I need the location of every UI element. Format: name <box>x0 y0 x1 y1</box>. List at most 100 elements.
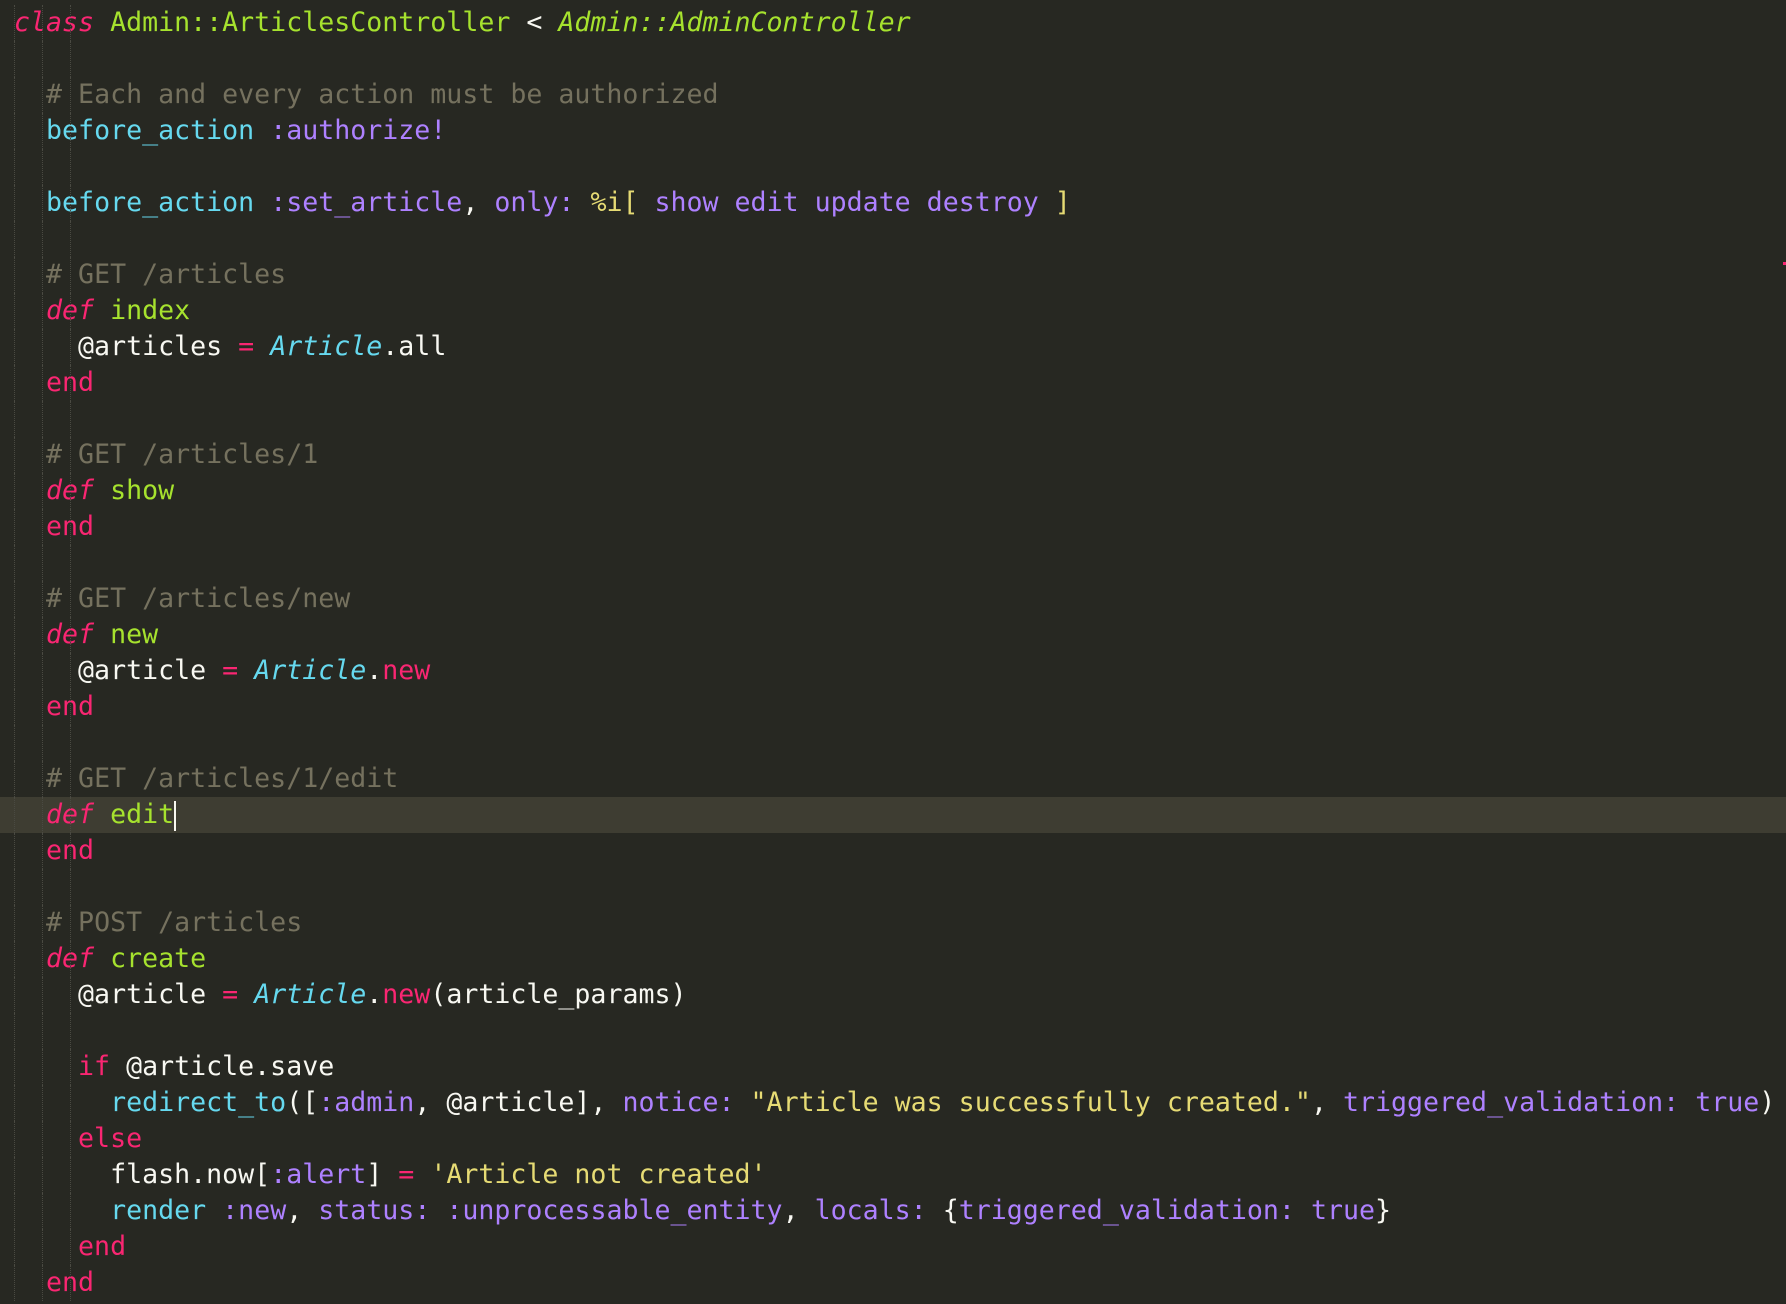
indent-guide <box>41 941 43 977</box>
code-area[interactable]: class Admin::ArticlesController < Admin:… <box>0 5 1786 1301</box>
code-line[interactable]: # GET /articles <box>0 257 1786 293</box>
indent-guide <box>14 941 15 977</box>
code-line[interactable] <box>0 41 1786 77</box>
code-line[interactable]: end <box>0 833 1786 869</box>
indent-guide <box>69 797 71 833</box>
code-line[interactable]: end <box>0 365 1786 401</box>
indent-guide <box>41 41 43 77</box>
indent-guide <box>41 1157 43 1193</box>
code-token: , <box>1310 1087 1343 1118</box>
code-line[interactable]: flash.now[:alert] = 'Article not created… <box>0 1157 1786 1193</box>
indent-guide <box>41 869 43 905</box>
indent-guide <box>41 1013 43 1049</box>
indent-guide <box>41 1229 43 1265</box>
code-token: = <box>222 979 239 1010</box>
indent-guide <box>69 1157 71 1193</box>
code-line[interactable]: before_action :authorize! <box>0 113 1786 149</box>
code-token: show edit update destroy <box>638 187 1055 218</box>
code-line[interactable]: before_action :set_article, only: %i[ sh… <box>0 185 1786 221</box>
code-line[interactable]: @article = Article.new <box>0 653 1786 689</box>
indent-guide <box>41 905 43 941</box>
code-line[interactable]: class Admin::ArticlesController < Admin:… <box>0 5 1786 41</box>
code-line[interactable]: if @article.save <box>0 1049 1786 1085</box>
indent-guide <box>69 545 71 581</box>
code-line[interactable]: end <box>0 689 1786 725</box>
code-line[interactable] <box>0 221 1786 257</box>
indent-guide <box>69 725 71 761</box>
code-token: :alert <box>270 1159 367 1190</box>
indent-guide <box>41 113 43 149</box>
code-token: { <box>926 1195 959 1226</box>
indent-guide <box>41 581 43 617</box>
indent-guide <box>69 761 71 797</box>
code-token: index <box>110 295 191 326</box>
indent-guide <box>41 401 43 437</box>
code-line[interactable]: # POST /articles <box>0 905 1786 941</box>
code-line[interactable]: end <box>0 1229 1786 1265</box>
code-line[interactable] <box>0 869 1786 905</box>
indent-guide <box>14 365 15 401</box>
indent-guide <box>69 1085 71 1121</box>
code-line[interactable]: # Each and every action must be authoriz… <box>0 77 1786 113</box>
code-line[interactable]: # GET /articles/new <box>0 581 1786 617</box>
code-token: = <box>222 655 239 686</box>
indent-guide <box>14 1085 15 1121</box>
indent-guide <box>14 401 15 437</box>
code-token: @article <box>78 655 207 686</box>
indent-guide <box>69 221 71 257</box>
indent-guide <box>14 437 15 473</box>
code-token: ([ <box>286 1087 319 1118</box>
code-line[interactable]: def show <box>0 473 1786 509</box>
code-token: , <box>462 187 495 218</box>
code-editor[interactable]: class Admin::ArticlesController < Admin:… <box>0 0 1786 1304</box>
code-line[interactable] <box>0 401 1786 437</box>
indent-guide <box>41 77 43 113</box>
code-line[interactable]: else <box>0 1121 1786 1157</box>
indent-guide <box>14 329 15 365</box>
code-line[interactable]: redirect_to([:admin, @article], notice: … <box>0 1085 1786 1121</box>
code-line[interactable]: # GET /articles/1/edit <box>0 761 1786 797</box>
indent-guide <box>41 365 43 401</box>
code-line[interactable] <box>0 725 1786 761</box>
indent-guide <box>41 257 43 293</box>
indent-guide <box>14 1229 15 1265</box>
indent-guide <box>14 617 15 653</box>
code-line[interactable]: # GET /articles/1 <box>0 437 1786 473</box>
code-line[interactable] <box>0 149 1786 185</box>
indent-guide <box>14 977 15 1013</box>
code-token: only: <box>494 187 575 218</box>
indent-guide <box>41 1265 43 1301</box>
code-line[interactable]: end <box>0 509 1786 545</box>
indent-guide <box>69 689 71 725</box>
indent-guide <box>14 1157 15 1193</box>
code-token: , @article], <box>414 1087 623 1118</box>
code-token: %i[ <box>590 187 639 218</box>
code-line[interactable]: def index <box>0 293 1786 329</box>
code-line[interactable]: @article = Article.new(article_params) <box>0 977 1786 1013</box>
code-line[interactable]: render :new, status: :unprocessable_enti… <box>0 1193 1786 1229</box>
code-line[interactable]: def edit <box>0 797 1786 833</box>
code-token: :unprocessable_entity <box>446 1195 783 1226</box>
code-token: triggered_validation: <box>1342 1087 1680 1118</box>
code-line[interactable] <box>0 545 1786 581</box>
code-token: :admin <box>318 1087 415 1118</box>
indent-guide <box>14 185 15 221</box>
code-line[interactable]: def new <box>0 617 1786 653</box>
indent-guide <box>41 797 43 833</box>
code-token: (article_params) <box>430 979 687 1010</box>
code-line[interactable]: @articles = Article.all <box>0 329 1786 365</box>
code-line[interactable]: end <box>0 1265 1786 1301</box>
code-line[interactable] <box>0 1013 1786 1049</box>
indent-guide <box>69 1049 71 1085</box>
indent-guide <box>14 1265 15 1301</box>
code-line[interactable]: def create <box>0 941 1786 977</box>
